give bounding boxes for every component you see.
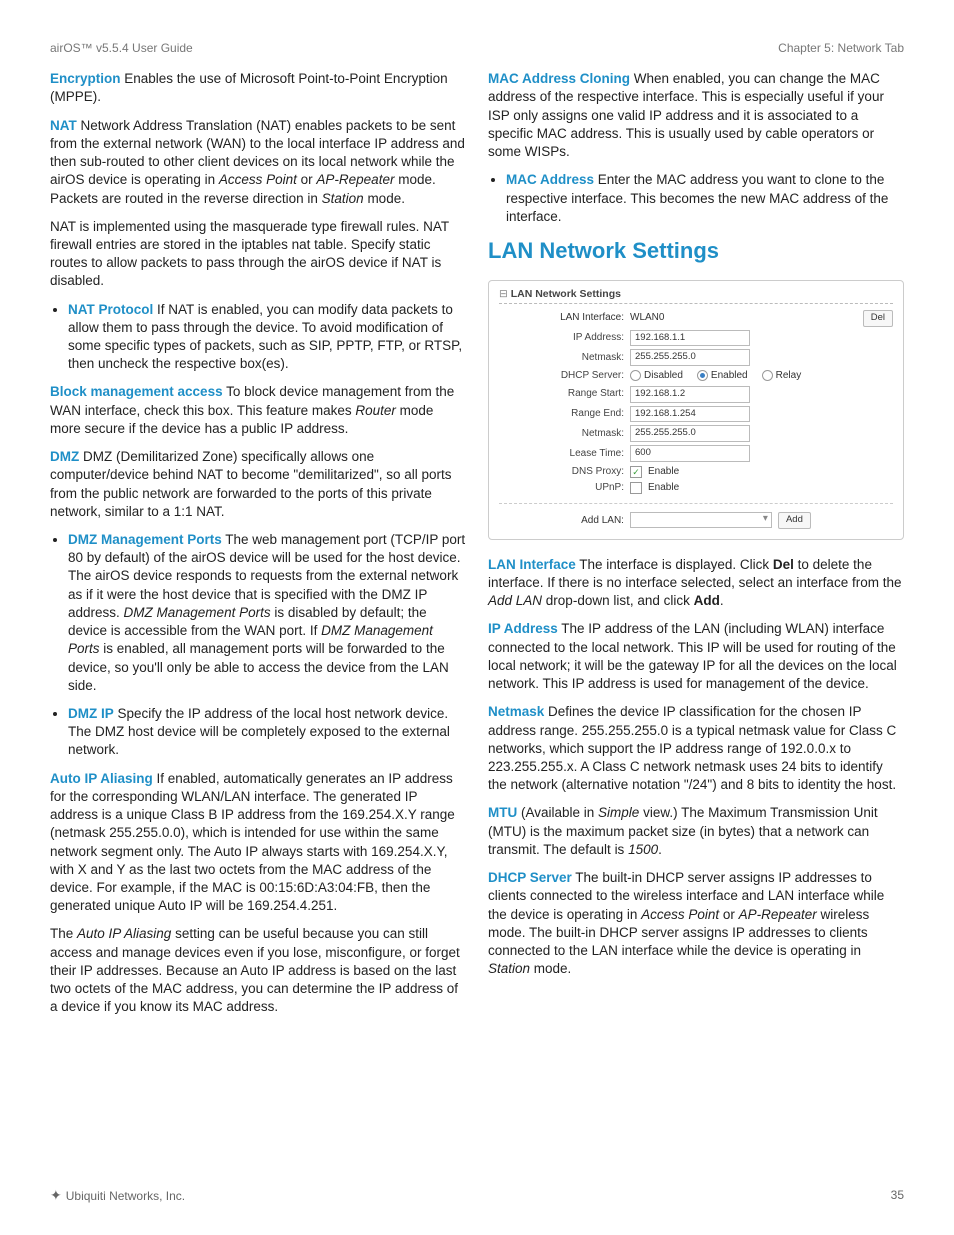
- label-nat-protocol: NAT Protocol: [68, 302, 153, 317]
- label-dhcp: DHCP Server: [488, 870, 572, 885]
- add-button[interactable]: Add: [778, 512, 811, 529]
- header-right: Chapter 5: Network Tab: [778, 40, 904, 56]
- para-bma: Block management access To block device …: [50, 383, 466, 438]
- header-left: airOS™ v5.5.4 User Guide: [50, 40, 193, 56]
- para-nat-2: NAT is implemented using the masquerade …: [50, 218, 466, 291]
- row-range-start: Range Start: 192.168.1.2: [499, 386, 893, 403]
- para-nat-1: NAT Network Address Translation (NAT) en…: [50, 117, 466, 208]
- label-netmask: Netmask: [488, 704, 544, 719]
- upnp-checkbox[interactable]: [630, 482, 642, 494]
- lease-time-input[interactable]: 600: [630, 445, 750, 462]
- left-column: Encryption Enables the use of Microsoft …: [50, 70, 466, 1026]
- section-title-lan: LAN Network Settings: [488, 236, 904, 266]
- para-ip: IP Address The IP address of the LAN (in…: [488, 620, 904, 693]
- label-mac-clone: MAC Address Cloning: [488, 71, 630, 86]
- radio-dhcp-enabled[interactable]: Enabled: [697, 369, 748, 383]
- li-nat-protocol: NAT Protocol If NAT is enabled, you can …: [68, 301, 466, 374]
- para-dhcp: DHCP Server The built-in DHCP server ass…: [488, 869, 904, 978]
- label-lan-if: LAN Interface: [488, 557, 576, 572]
- para-dmz: DMZ DMZ (Demilitarized Zone) specificall…: [50, 448, 466, 521]
- row-dns-proxy: DNS Proxy: Enable: [499, 465, 893, 479]
- row-lease-time: Lease Time: 600: [499, 445, 893, 462]
- del-button[interactable]: Del: [863, 310, 893, 327]
- para-aia-1: Auto IP Aliasing If enabled, automatical…: [50, 770, 466, 916]
- para-netmask: Netmask Defines the device IP classifica…: [488, 703, 904, 794]
- radio-dhcp-disabled[interactable]: Disabled: [630, 369, 683, 383]
- right-column: MAC Address Cloning When enabled, you ca…: [488, 70, 904, 1026]
- row-upnp: UPnP: Enable: [499, 481, 893, 495]
- para-lan-if: LAN Interface The interface is displayed…: [488, 556, 904, 611]
- li-mac-addr: MAC Address Enter the MAC address you wa…: [506, 171, 904, 226]
- label-mtu: MTU: [488, 805, 517, 820]
- ubiquiti-logo-icon: ✦: [50, 1187, 62, 1203]
- para-mac-clone: MAC Address Cloning When enabled, you ca…: [488, 70, 904, 161]
- range-start-input[interactable]: 192.168.1.2: [630, 386, 750, 403]
- para-aia-2: The Auto IP Aliasing setting can be usef…: [50, 925, 466, 1016]
- page-footer: ✦Ubiquiti Networks, Inc. 35: [50, 1186, 904, 1205]
- label-encryption: Encryption: [50, 71, 121, 86]
- row-ip: IP Address: 192.168.1.1: [499, 330, 893, 347]
- row-netmask: Netmask: 255.255.255.0: [499, 349, 893, 366]
- netmask2-input[interactable]: 255.255.255.0: [630, 425, 750, 442]
- li-dmz-mgmt: DMZ Management Ports The web management …: [68, 531, 466, 695]
- row-range-end: Range End: 192.168.1.254: [499, 406, 893, 423]
- label-nat: NAT: [50, 118, 77, 133]
- footer-page-number: 35: [891, 1187, 904, 1203]
- label-ip: IP Address: [488, 621, 558, 636]
- page-header: airOS™ v5.5.4 User Guide Chapter 5: Netw…: [50, 40, 904, 56]
- add-lan-select[interactable]: [630, 512, 772, 528]
- row-lan-interface: LAN Interface: WLAN0 Del: [499, 310, 893, 327]
- label-mac-addr: MAC Address: [506, 172, 594, 187]
- para-mtu: MTU (Available in Simple view.) The Maxi…: [488, 804, 904, 859]
- para-encryption: Encryption Enables the use of Microsoft …: [50, 70, 466, 106]
- screenshot-lan-settings: LAN Network Settings LAN Interface: WLAN…: [488, 280, 904, 540]
- row-netmask2: Netmask: 255.255.255.0: [499, 425, 893, 442]
- netmask-input[interactable]: 255.255.255.0: [630, 349, 750, 366]
- footer-company: ✦Ubiquiti Networks, Inc.: [50, 1186, 185, 1205]
- fval-lan-if: WLAN0: [630, 311, 664, 325]
- label-dmz-mgmt: DMZ Management Ports: [68, 532, 222, 547]
- li-dmz-ip: DMZ IP Specify the IP address of the loc…: [68, 705, 466, 760]
- row-add-lan: Add LAN: Add: [499, 512, 893, 529]
- label-dmz: DMZ: [50, 449, 79, 464]
- dns-proxy-checkbox[interactable]: [630, 466, 642, 478]
- radio-dhcp-relay[interactable]: Relay: [762, 369, 802, 383]
- row-dhcp: DHCP Server: Disabled Enabled Relay: [499, 369, 893, 383]
- label-dmz-ip: DMZ IP: [68, 706, 114, 721]
- ip-input[interactable]: 192.168.1.1: [630, 330, 750, 347]
- screenshot-title: LAN Network Settings: [499, 287, 893, 304]
- label-bma: Block management access: [50, 384, 223, 399]
- label-aia: Auto IP Aliasing: [50, 771, 153, 786]
- range-end-input[interactable]: 192.168.1.254: [630, 406, 750, 423]
- flabel-lan-if: LAN Interface:: [499, 311, 624, 325]
